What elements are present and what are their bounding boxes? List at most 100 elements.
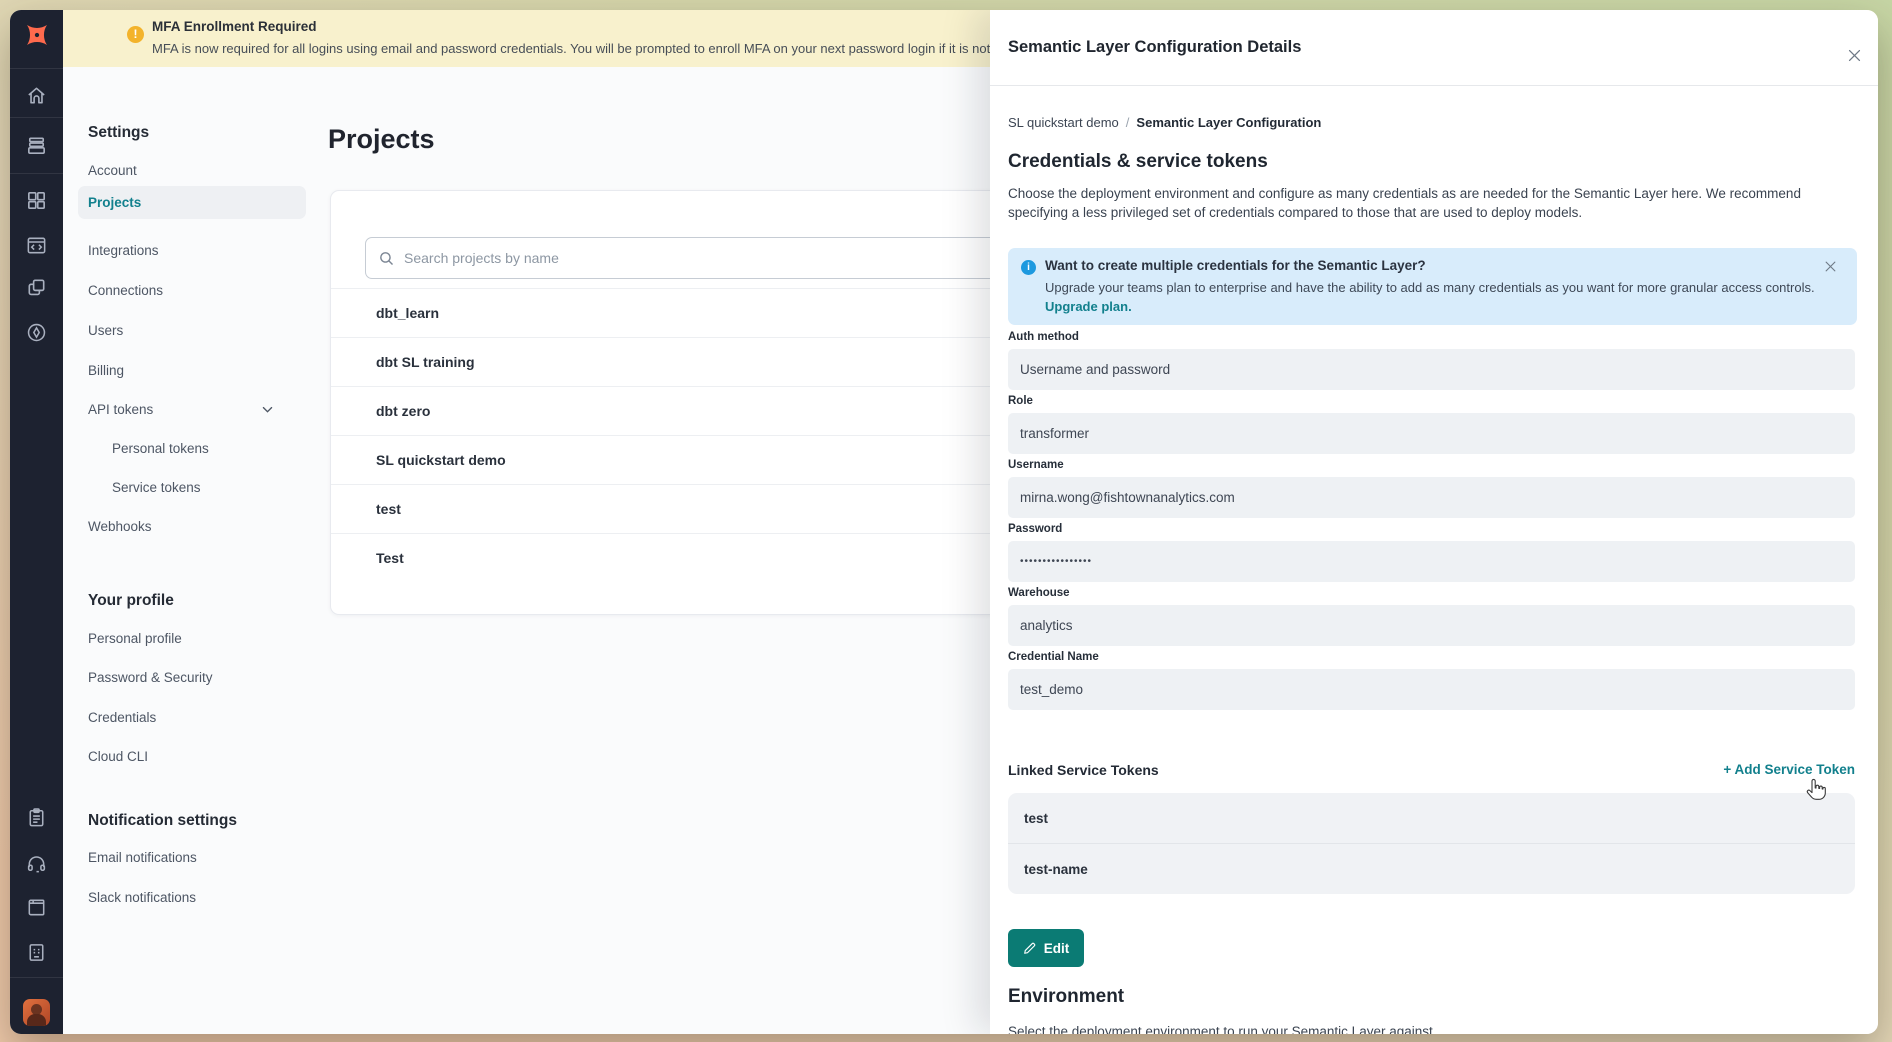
warehouse-field[interactable]: analytics	[1008, 605, 1855, 646]
credentials-form: Auth method Username and password Role t…	[1008, 330, 1855, 714]
support-headset-icon[interactable]	[24, 851, 49, 876]
user-avatar[interactable]	[23, 999, 50, 1026]
form-field-credential-name: Credential Name test_demo	[1008, 650, 1855, 710]
mfa-banner-description: MFA is now required for all logins using…	[152, 41, 1036, 56]
credential-name-field[interactable]: test_demo	[1008, 669, 1855, 710]
upgrade-plan-link[interactable]: Upgrade plan.	[1045, 299, 1132, 314]
icon-sidebar	[10, 10, 63, 1034]
home-icon[interactable]	[24, 83, 49, 108]
page-title: Projects	[328, 124, 435, 155]
project-search	[365, 237, 1005, 279]
linked-service-tokens-title: Linked Service Tokens	[1008, 762, 1159, 778]
app-window: ! MFA Enrollment Required MFA is now req…	[10, 10, 1878, 1034]
breadcrumb-current: Semantic Layer Configuration	[1136, 115, 1321, 130]
field-label: Role	[1008, 394, 1855, 408]
docs-book-icon[interactable]	[24, 895, 49, 920]
sidebar-item-email-notifications[interactable]: Email notifications	[88, 849, 197, 867]
credentials-section-description: Choose the deployment environment and co…	[1008, 184, 1856, 222]
service-token-row[interactable]: test-name	[1008, 844, 1855, 894]
sidebar-item-account[interactable]: Account	[88, 162, 137, 180]
environment-section-description: Select the deployment environment to run…	[1008, 1024, 1437, 1034]
sidebar-item-billing[interactable]: Billing	[88, 362, 124, 380]
projects-card: dbt_learn dbt SL training dbt zero SL qu…	[330, 190, 1030, 615]
username-field[interactable]: mirna.wong@fishtownanalytics.com	[1008, 477, 1855, 518]
sidebar-item-personal-profile[interactable]: Personal profile	[88, 630, 182, 648]
password-field[interactable]: ••••••••••••••••	[1008, 541, 1855, 582]
edit-button-label: Edit	[1044, 941, 1070, 956]
notification-section-title: Notification settings	[88, 811, 237, 831]
info-banner-close-icon[interactable]	[1823, 259, 1843, 279]
info-icon: i	[1021, 260, 1036, 275]
project-row[interactable]: Test	[331, 533, 1029, 582]
info-banner-title: Want to create multiple credentials for …	[1045, 258, 1426, 273]
sidebar-item-api-tokens[interactable]: API tokens	[88, 401, 153, 419]
service-token-row[interactable]: test	[1008, 793, 1855, 843]
upgrade-info-banner: i Want to create multiple credentials fo…	[1008, 248, 1857, 325]
environment-section-title: Environment	[1008, 986, 1124, 1008]
project-list: dbt_learn dbt SL training dbt zero SL qu…	[331, 288, 1029, 582]
pencil-icon	[1023, 941, 1037, 955]
breadcrumb: SL quickstart demo / Semantic Layer Config…	[1008, 115, 1321, 130]
sidebar-item-integrations[interactable]: Integrations	[88, 242, 159, 260]
sidebar-item-users[interactable]: Users	[88, 322, 123, 340]
compass-icon[interactable]	[24, 320, 49, 345]
checklist-icon[interactable]	[24, 805, 49, 830]
sidebar-item-label: Projects	[88, 195, 141, 210]
project-row[interactable]: dbt zero	[331, 386, 1029, 435]
field-label: Warehouse	[1008, 586, 1855, 600]
field-label: Credential Name	[1008, 650, 1855, 664]
sidebar-item-cloud-cli[interactable]: Cloud CLI	[88, 748, 148, 766]
sidebar-divider	[10, 977, 63, 978]
form-field-username: Username mirna.wong@fishtownanalytics.co…	[1008, 458, 1855, 518]
search-input[interactable]	[404, 250, 924, 266]
settings-nav-title: Settings	[88, 123, 149, 143]
develop-code-icon[interactable]	[24, 233, 49, 258]
field-label: Username	[1008, 458, 1855, 472]
sidebar-divider	[10, 117, 63, 118]
service-tokens-list: test test-name	[1008, 793, 1855, 894]
add-service-token-button[interactable]: + Add Service Token	[1723, 762, 1855, 777]
panel-title: Semantic Layer Configuration Details	[1008, 38, 1301, 57]
field-label: Password	[1008, 522, 1855, 536]
chevron-down-icon[interactable]	[260, 402, 276, 418]
edit-button[interactable]: Edit	[1008, 929, 1084, 967]
form-field-password: Password ••••••••••••••••	[1008, 522, 1855, 582]
form-field-role: Role transformer	[1008, 394, 1855, 454]
sidebar-item-credentials[interactable]: Credentials	[88, 709, 156, 727]
role-field[interactable]: transformer	[1008, 413, 1855, 454]
deploy-icon[interactable]	[24, 133, 49, 158]
changelog-panel-icon[interactable]	[24, 940, 49, 965]
panel-header: Semantic Layer Configuration Details	[990, 10, 1878, 86]
project-row[interactable]: dbt SL training	[331, 337, 1029, 386]
sidebar-item-webhooks[interactable]: Webhooks	[88, 518, 152, 536]
search-icon	[378, 250, 395, 267]
sidebar-item-personal-tokens[interactable]: Personal tokens	[112, 440, 209, 458]
credentials-section-title: Credentials & service tokens	[1008, 151, 1268, 173]
profile-section-title: Your profile	[88, 591, 174, 611]
sidebar-divider	[10, 68, 63, 69]
breadcrumb-separator: /	[1126, 115, 1130, 130]
project-row[interactable]: dbt_learn	[331, 288, 1029, 337]
auth-method-field[interactable]: Username and password	[1008, 349, 1855, 390]
project-row[interactable]: test	[331, 484, 1029, 533]
mfa-banner-title: MFA Enrollment Required	[152, 19, 317, 34]
sidebar-item-service-tokens[interactable]: Service tokens	[112, 479, 201, 497]
field-label: Auth method	[1008, 330, 1855, 344]
dashboard-grid-icon[interactable]	[24, 188, 49, 213]
sidebar-item-password-security[interactable]: Password & Security	[88, 669, 213, 687]
close-icon[interactable]	[1846, 47, 1866, 67]
info-banner-description: Upgrade your teams plan to enterprise an…	[1045, 280, 1815, 295]
project-row[interactable]: SL quickstart demo	[331, 435, 1029, 484]
warning-icon: !	[127, 26, 144, 43]
mouse-cursor	[1804, 778, 1826, 807]
breadcrumb-parent[interactable]: SL quickstart demo	[1008, 115, 1119, 130]
form-field-auth-method: Auth method Username and password	[1008, 330, 1855, 390]
branch-copy-icon[interactable]	[24, 275, 49, 300]
semantic-layer-panel: Semantic Layer Configuration Details SL …	[990, 10, 1878, 1034]
form-field-warehouse: Warehouse analytics	[1008, 586, 1855, 646]
sidebar-item-projects[interactable]: Projects	[78, 186, 306, 219]
dbt-logo-icon[interactable]	[22, 20, 52, 55]
sidebar-item-slack-notifications[interactable]: Slack notifications	[88, 889, 196, 907]
sidebar-item-connections[interactable]: Connections	[88, 282, 163, 300]
sidebar-divider	[10, 173, 63, 174]
